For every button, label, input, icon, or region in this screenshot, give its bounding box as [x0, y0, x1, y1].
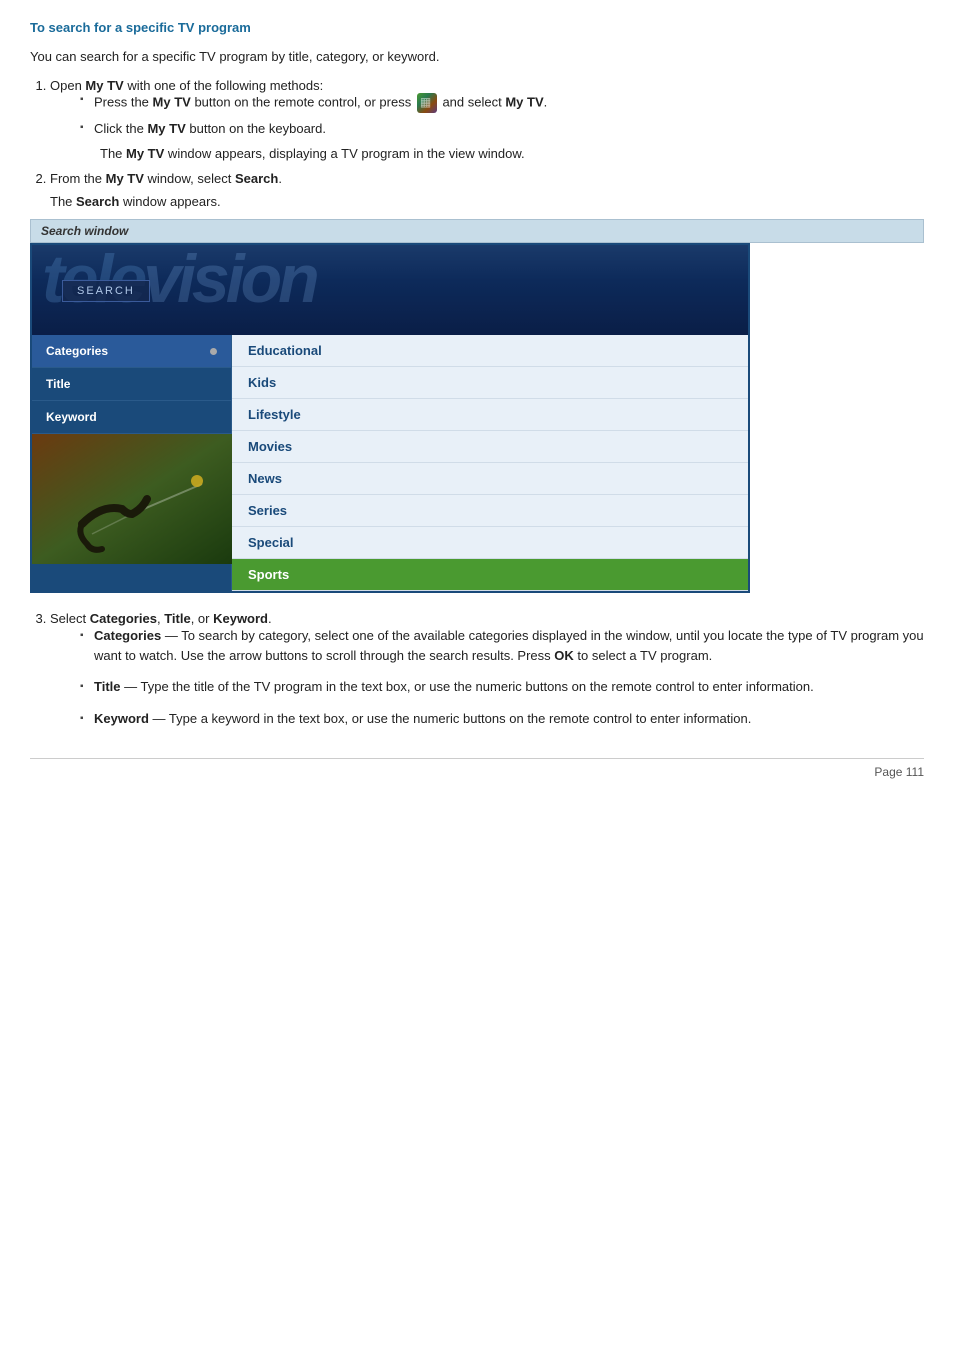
category-movies[interactable]: Movies: [232, 431, 748, 463]
note-2: The Search window appears.: [50, 194, 924, 209]
category-news[interactable]: News: [232, 463, 748, 495]
step3-title: Title: [164, 611, 191, 626]
note2-bold: Search: [76, 194, 119, 209]
bullet-2: Click the My TV button on the keyboard.: [80, 121, 924, 136]
step1-app: My TV: [85, 78, 123, 93]
sidebar-title-label: Title: [46, 377, 70, 391]
step2-search: Search: [235, 171, 278, 186]
sidebar-categories-label: Categories: [46, 344, 108, 358]
sidebar-image: [32, 434, 232, 564]
search-label: SEARCH: [62, 280, 150, 302]
search-body: Categories Title Keyword: [32, 335, 748, 591]
step3-description-list: Categories — To search by category, sele…: [80, 626, 924, 728]
bullet2-bold: My TV: [147, 121, 185, 136]
desc-categories: Categories — To search by category, sele…: [80, 626, 924, 665]
note1-bold: My TV: [126, 146, 164, 161]
step-1: Open My TV with one of the following met…: [50, 78, 924, 161]
step3-list: Select Categories, Title, or Keyword. Ca…: [50, 611, 924, 728]
desc-categories-bold: Categories: [94, 628, 161, 643]
sidebar-item-categories[interactable]: Categories: [32, 335, 231, 368]
bullet-1: Press the My TV button on the remote con…: [80, 93, 924, 113]
step1-text: Open My TV with one of the following met…: [50, 78, 323, 93]
step1-bullets: Press the My TV button on the remote con…: [80, 93, 924, 136]
note-1: The My TV window appears, displaying a T…: [100, 146, 924, 161]
desc-title: Title — Type the title of the TV program…: [80, 677, 924, 697]
search-header: television SEARCH: [32, 245, 748, 335]
category-sports[interactable]: Sports: [232, 559, 748, 591]
step3-categories: Categories: [90, 611, 157, 626]
page-number: Page 111: [30, 758, 924, 779]
sidebar-dot: [210, 348, 217, 355]
page-title: To search for a specific TV program: [30, 20, 924, 35]
sidebar-item-keyword[interactable]: Keyword: [32, 401, 231, 434]
remote-icon: [417, 93, 437, 113]
intro-paragraph: You can search for a specific TV program…: [30, 49, 924, 64]
step-2: From the My TV window, select Search. Th…: [50, 171, 924, 209]
category-series[interactable]: Series: [232, 495, 748, 527]
sidebar-item-title[interactable]: Title: [32, 368, 231, 401]
bullet1-select: My TV: [505, 94, 543, 109]
step2-mytv: My TV: [106, 171, 144, 186]
desc-ok-bold: OK: [554, 648, 574, 663]
step3-keyword: Keyword: [213, 611, 268, 626]
category-special[interactable]: Special: [232, 527, 748, 559]
step-3: Select Categories, Title, or Keyword. Ca…: [50, 611, 924, 728]
category-lifestyle[interactable]: Lifestyle: [232, 399, 748, 431]
search-categories: Educational Kids Lifestyle Movies News S…: [232, 335, 748, 591]
desc-keyword-bold: Keyword: [94, 711, 149, 726]
desc-title-bold: Title: [94, 679, 121, 694]
bullet1-bold: My TV: [153, 94, 191, 109]
sidebar-keyword-label: Keyword: [46, 410, 97, 424]
search-sidebar: Categories Title Keyword: [32, 335, 232, 591]
sports-image-svg: [32, 434, 232, 564]
sidebar-image-inner: [32, 434, 232, 564]
search-window-label: Search window: [30, 219, 924, 243]
desc-keyword: Keyword — Type a keyword in the text box…: [80, 709, 924, 729]
search-window: television SEARCH Categories Title Keywo…: [30, 243, 750, 593]
category-kids[interactable]: Kids: [232, 367, 748, 399]
steps-list: Open My TV with one of the following met…: [50, 78, 924, 209]
category-educational[interactable]: Educational: [232, 335, 748, 367]
